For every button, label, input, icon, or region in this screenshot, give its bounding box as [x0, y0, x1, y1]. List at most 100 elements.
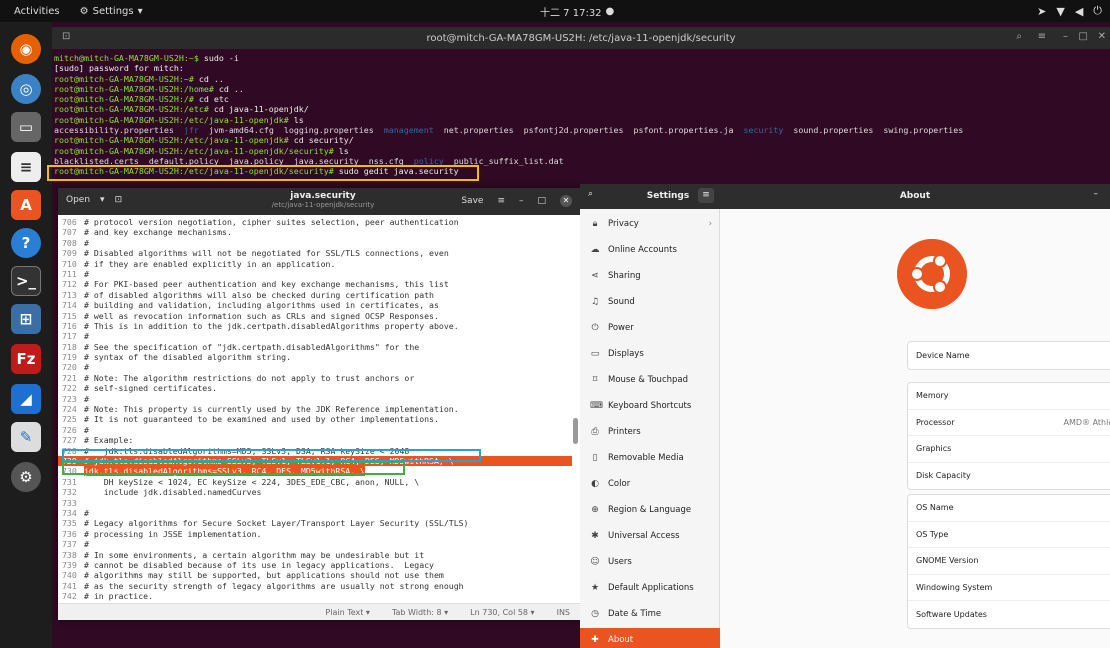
sidebar-item[interactable]: ▭ Displays [580, 342, 720, 366]
terminal-prompt: root@mitch-GA-MA78GM-US2H:/etc/java-11-o… [54, 145, 334, 156]
menu-icon[interactable]: ≡ [497, 196, 505, 206]
line-number: 710 [62, 258, 77, 269]
terminal-prompt: mitch@mitch-GA-MA78GM-US2H:~$ [54, 53, 199, 63]
sidebar-item[interactable]: ☺ Users [580, 550, 720, 574]
settings-title: Settings [646, 191, 690, 201]
info-key: GNOME Version [916, 556, 979, 566]
sidebar-item[interactable]: ◐ Color [580, 472, 720, 496]
sidebar-item[interactable]: ♫ Sound [580, 290, 720, 314]
sidebar-item[interactable]: ◷ Date & Time [580, 602, 720, 626]
close-icon[interactable]: ✕ [1098, 31, 1106, 42]
new-document-icon[interactable]: ⊡ [115, 195, 123, 205]
sidebar-item[interactable]: ✚ About [580, 628, 720, 648]
terminal-icon[interactable]: >_ [11, 266, 41, 296]
app-menu[interactable]: ⚙ Settings ▾ [80, 6, 143, 17]
line-number: 708 [62, 237, 77, 248]
sidebar-item[interactable]: 🔒︎ Privacy › [580, 212, 720, 236]
info-row: Windowing SystemX11 [908, 575, 1110, 601]
maximize-icon[interactable]: □ [537, 196, 546, 206]
sidebar-item[interactable]: ⊕ Region & Language [580, 498, 720, 522]
notepad-icon[interactable]: ✎ [11, 422, 41, 452]
wireshark-icon[interactable]: ◢ [11, 384, 41, 414]
system-tray[interactable]: ➤ ▼ ◀ ⏻ [1037, 0, 1102, 22]
line-text: # well as revocation information such as… [84, 310, 439, 321]
line-text: # protocol version negotiation, cipher s… [84, 217, 459, 227]
code-line: 708 # [58, 238, 572, 248]
help-icon[interactable]: ? [11, 228, 41, 258]
network-manager-icon[interactable]: ⊞ [11, 304, 41, 334]
software-center-icon[interactable]: A [11, 190, 41, 220]
insert-mode: INS [556, 607, 570, 617]
settings-window[interactable]: ⌕ Settings ≡ About – 🔒︎ Privacy › ☁ Online A… [580, 184, 1110, 648]
sound-icon: ♫ [590, 297, 600, 307]
tab-width-selector[interactable]: Tab Width: 8 ▾ [392, 608, 448, 617]
sidebar-item[interactable]: ⋖ Sharing [580, 264, 720, 288]
gedit-window[interactable]: Open ▾ ⊡ java.security /etc/java-11-open… [58, 188, 580, 620]
open-button[interactable]: Open [66, 195, 90, 205]
about-icon: ✚ [591, 635, 599, 645]
language-selector[interactable]: Plain Text ▾ [325, 608, 370, 617]
code-line: 720 # [58, 362, 572, 372]
ls-directory: security [743, 125, 784, 136]
default-apps-icon: ★ [590, 583, 600, 593]
line-text: # This is in addition to the jdk.certpat… [84, 320, 459, 331]
sidebar-item[interactable]: ★ Default Applications [580, 576, 720, 600]
clock[interactable]: 十二 7 17:32 ● [540, 0, 614, 22]
ls-file: swing.properties [883, 125, 964, 136]
minimize-icon[interactable]: – [519, 196, 524, 206]
save-button[interactable]: Save [461, 196, 483, 206]
code-editor[interactable]: 706 # protocol version negotiation, ciphe… [58, 215, 572, 603]
code-line: 740 # algorithms may still be supported, … [58, 570, 572, 580]
menu-icon[interactable]: ≡ [698, 188, 714, 203]
search-icon[interactable]: ⌕ [1016, 31, 1022, 42]
cursor-position[interactable]: Ln 730, Col 58 ▾ [470, 608, 534, 617]
minimize-icon[interactable]: – [1063, 31, 1068, 42]
minimize-icon[interactable]: – [1094, 189, 1099, 199]
terminal-prompt: root@mitch-GA-MA78GM-US2H:/etc# [54, 104, 209, 115]
line-text: # building and validation, including alg… [84, 300, 439, 311]
line-text: # self-signed certificates. [84, 383, 218, 394]
sidebar-item[interactable]: ☁ Online Accounts [580, 238, 720, 262]
info-row: GNOME Version3.36.8 [908, 548, 1110, 575]
info-row: GraphicsAMD® Rs780 [908, 436, 1110, 463]
line-number: 736 [62, 528, 77, 539]
arrow-cursor-icon: ➤ [1037, 4, 1047, 18]
info-key: Graphics [916, 444, 952, 454]
maximize-icon[interactable]: □ [1079, 31, 1088, 42]
code-line: 727 # Example: [58, 435, 572, 445]
line-text: # Example: [84, 435, 134, 446]
menu-icon[interactable]: ≡ [1038, 31, 1046, 42]
settings-icon[interactable]: ⚙ [11, 462, 41, 492]
line-text: # [84, 237, 89, 248]
text-editor-icon[interactable]: ≡ [11, 152, 41, 182]
chrome-icon[interactable]: ◎ [11, 74, 41, 104]
line-text: # and key exchange mechanisms. [84, 227, 232, 238]
sidebar-item-label: Region & Language [608, 505, 692, 515]
sidebar-item[interactable]: ⌑ Mouse & Touchpad [580, 368, 720, 392]
sidebar-item[interactable]: ⏻ Power [580, 316, 720, 340]
files-icon[interactable]: ▭ [11, 112, 41, 142]
info-row[interactable]: Device Namemitch-GA-MA78GM-US2H › [908, 342, 1110, 369]
firefox-icon[interactable]: ◉ [11, 34, 41, 64]
keyboard-icon: ⌨ [590, 401, 603, 411]
code-line: 714 # building and validation, including … [58, 300, 572, 310]
chevron-down-icon: ▾ [137, 5, 143, 17]
search-icon[interactable]: ⌕ [588, 189, 593, 199]
terminal-prompt: root@mitch-GA-MA78GM-US2H:/# [54, 94, 194, 105]
clock-icon: ◷ [591, 609, 599, 619]
new-tab-icon[interactable]: ⊡ [62, 31, 70, 42]
sidebar-item[interactable]: ▯ Removable Media [580, 446, 720, 470]
sidebar-item[interactable]: ✱ Universal Access [580, 524, 720, 548]
line-number: 740 [62, 570, 77, 581]
line-number: 741 [62, 580, 77, 591]
sidebar-item[interactable]: ⌨ Keyboard Shortcuts [580, 394, 720, 418]
terminal-output[interactable]: mitch@mitch-GA-MA78GM-US2H:~$ sudo -i [su… [52, 49, 1110, 181]
chevron-down-icon[interactable]: ▾ [100, 195, 105, 205]
volume-icon: ◀ [1074, 4, 1084, 18]
scrollbar[interactable] [573, 418, 578, 444]
sidebar-item[interactable]: ⎙ Printers [580, 420, 720, 444]
close-icon[interactable]: ✕ [560, 195, 572, 207]
filezilla-icon[interactable]: Fz [11, 344, 41, 374]
activities-button[interactable]: Activities [14, 6, 60, 17]
code-line: 713 # of disabled algorithms will also be… [58, 290, 572, 300]
